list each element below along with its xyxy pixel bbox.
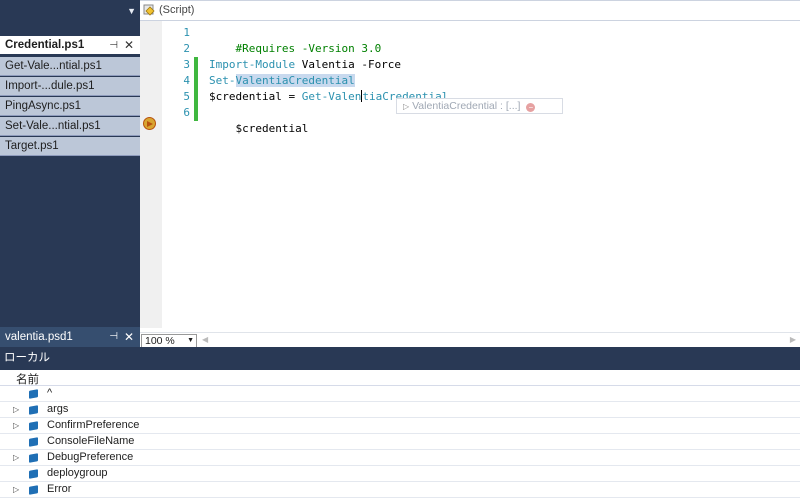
variable-token: $credential bbox=[235, 122, 309, 135]
code-line-3[interactable]: Import-Module Valentia -Force bbox=[209, 57, 401, 73]
pin-icon[interactable]: ⊣ bbox=[109, 36, 118, 54]
changed-line-marker bbox=[194, 73, 198, 89]
line-number: 6 bbox=[183, 106, 190, 119]
tab-import-module[interactable]: Import-...dule.ps1 bbox=[0, 77, 140, 96]
local-variable-row[interactable]: ▷ DebugPreference bbox=[0, 450, 800, 466]
cmdlet-token: Get-Valen bbox=[301, 90, 362, 103]
local-variable-row[interactable]: ^ bbox=[0, 386, 800, 402]
code-line-4[interactable]: Set-ValentiaCredential bbox=[209, 73, 355, 89]
local-variable-row[interactable]: ▷ Error bbox=[0, 482, 800, 498]
scope-navigation-bar[interactable]: (Script) bbox=[140, 1, 800, 21]
variable-icon bbox=[29, 453, 38, 463]
variable-icon bbox=[29, 421, 38, 431]
variable-name: args bbox=[47, 403, 69, 415]
variable-name: ^ bbox=[47, 387, 53, 399]
locals-title-bar[interactable]: ローカル bbox=[0, 347, 800, 370]
glyph-margin[interactable] bbox=[140, 21, 162, 328]
variable-name: DebugPreference bbox=[47, 451, 134, 463]
changed-line-marker bbox=[194, 57, 198, 73]
line-number: 3 bbox=[183, 58, 190, 71]
expand-arrow-icon[interactable]: ▷ bbox=[13, 482, 19, 497]
cmdlet-token: Set- bbox=[209, 74, 236, 87]
tab-pingasync[interactable]: PingAsync.ps1 bbox=[0, 97, 140, 116]
expand-arrow-icon[interactable]: ▷ bbox=[13, 402, 19, 417]
script-scope-icon bbox=[143, 4, 155, 16]
line-number: 1 bbox=[183, 26, 190, 39]
close-icon[interactable]: ✕ bbox=[124, 327, 134, 347]
tab-valentia-psd1[interactable]: valentia.psd1 ⊣ ✕ bbox=[0, 327, 140, 347]
cmdlet-token: Import-Module bbox=[209, 58, 296, 71]
tab-label: Credential.ps1 bbox=[5, 39, 85, 51]
local-variable-row[interactable]: ▷ args bbox=[0, 402, 800, 418]
editor-status-row: 100 % ▼ ◀ ▶ bbox=[140, 332, 800, 348]
locals-title: ローカル bbox=[4, 352, 50, 364]
zoom-value: 100 % bbox=[145, 335, 175, 347]
variable-icon bbox=[29, 485, 38, 495]
tab-label: Set-Vale...ntial.ps1 bbox=[5, 120, 101, 132]
tab-set-valentiacredential[interactable]: Set-Vale...ntial.ps1 bbox=[0, 117, 140, 136]
highlighted-token: ValentiaCredential bbox=[235, 74, 355, 87]
tab-label: Import-...dule.ps1 bbox=[5, 80, 95, 92]
scroll-right-icon[interactable]: ▶ bbox=[790, 335, 796, 344]
variable-name: deploygroup bbox=[47, 467, 108, 479]
tab-label: Get-Vale...ntial.ps1 bbox=[5, 60, 102, 72]
local-variable-row[interactable]: ▷ ConfirmPreference bbox=[0, 418, 800, 434]
expand-arrow-icon[interactable]: ▷ bbox=[13, 450, 19, 465]
variable-name: ConfirmPreference bbox=[47, 419, 140, 431]
variable-icon bbox=[29, 437, 38, 447]
comment-token: #Requires -Version 3.0 bbox=[235, 42, 382, 55]
variable-name: ConsoleFileName bbox=[47, 435, 135, 447]
code-editor[interactable]: (Script) 1 2 3 4 5 6 #Requires -Version … bbox=[140, 0, 800, 348]
variable-icon bbox=[29, 469, 38, 479]
scope-label: (Script) bbox=[159, 4, 195, 16]
datatip-popup[interactable]: ▷ ValentiaCredential : [...] − bbox=[396, 98, 563, 114]
local-variable-row[interactable]: deploygroup bbox=[0, 466, 800, 482]
datatip-text: ValentiaCredential : [...] bbox=[412, 100, 521, 112]
changed-line-marker bbox=[194, 105, 198, 121]
scroll-left-icon[interactable]: ◀ bbox=[202, 335, 208, 344]
variable-name: Error bbox=[47, 483, 72, 495]
current-statement-arrow-icon bbox=[143, 117, 156, 130]
remove-icon[interactable]: − bbox=[526, 103, 536, 112]
chevron-down-icon: ▼ bbox=[187, 337, 194, 344]
line-number: 5 bbox=[183, 90, 190, 103]
locals-window: ローカル 名前 ^ ▷ args ▷ ConfirmPreference Con… bbox=[0, 347, 800, 502]
tab-dropdown-icon[interactable]: ▼ bbox=[127, 6, 136, 16]
variable-token: $credential = bbox=[209, 90, 302, 103]
expand-arrow-icon[interactable]: ▷ bbox=[13, 418, 19, 433]
tab-credential-ps1[interactable]: Credential.ps1 ⊣ ✕ bbox=[0, 36, 140, 55]
close-icon[interactable]: ✕ bbox=[124, 36, 134, 54]
line-number: 2 bbox=[183, 42, 190, 55]
variable-icon bbox=[29, 405, 38, 415]
zoom-select[interactable]: 100 % ▼ bbox=[141, 334, 197, 348]
tab-label: PingAsync.ps1 bbox=[5, 100, 82, 112]
line-number: 4 bbox=[183, 74, 190, 87]
expand-icon[interactable]: ▷ bbox=[403, 102, 409, 111]
code-line-6[interactable]: $credential bbox=[209, 105, 309, 153]
tab-target[interactable]: Target.ps1 bbox=[0, 137, 140, 156]
argument-token: Valentia -Force bbox=[295, 58, 402, 71]
tab-label: valentia.psd1 bbox=[5, 331, 73, 343]
tab-panel-header: ▼ bbox=[0, 0, 140, 28]
column-name-header[interactable]: 名前 bbox=[16, 371, 39, 387]
document-tab-panel: ▼ Credential.ps1 ⊣ ✕ Get-Vale...ntial.ps… bbox=[0, 0, 140, 347]
changed-line-marker bbox=[194, 89, 198, 105]
variable-icon bbox=[29, 389, 38, 399]
pin-icon[interactable]: ⊣ bbox=[109, 327, 118, 347]
column-header[interactable]: 名前 bbox=[0, 370, 800, 386]
tab-label: Target.ps1 bbox=[5, 140, 59, 152]
tab-get-valentiacredential[interactable]: Get-Vale...ntial.ps1 bbox=[0, 57, 140, 76]
local-variable-row[interactable]: ConsoleFileName bbox=[0, 434, 800, 450]
